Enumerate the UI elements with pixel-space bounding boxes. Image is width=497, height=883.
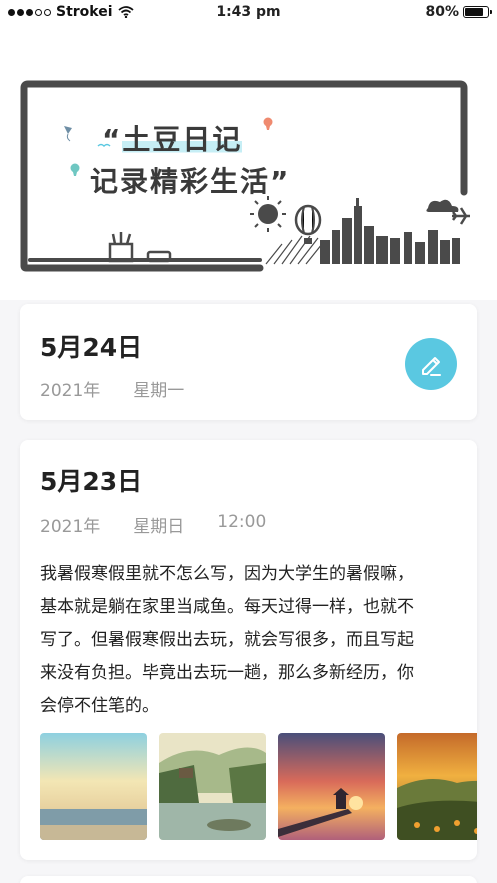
entry-line: 会停不住笔的。	[40, 696, 159, 716]
battery-status: 80%	[425, 4, 492, 20]
photo-strip[interactable]	[40, 733, 477, 840]
entry-line: 写了。但暑假寒假出去玩，就会写很多，而且写起	[40, 630, 414, 650]
photo-thumbnail[interactable]	[278, 733, 385, 840]
entry-body: 我暑假寒假里就不怎么写，因为大学生的暑假嘛， 基本就是躺在家里当咸鱼。每天过得一…	[40, 558, 456, 723]
card-meta: 2021年 星期日 12:00	[40, 512, 299, 537]
new-entry-button[interactable]	[405, 338, 457, 390]
banner-title-line1: “土豆日记	[102, 123, 243, 156]
card-meta: 2021年 星期一	[40, 376, 217, 401]
blackboard-banner: “土豆日记 记录精彩生活”	[20, 80, 470, 272]
sunset-pier-photo	[278, 733, 385, 840]
diary-card-entry[interactable]: 5月23日 2021年 星期日 12:00 我暑假寒假里就不怎么写，因为大学生的…	[20, 440, 477, 860]
card-date: 5月24日	[40, 333, 143, 362]
photo-thumbnail[interactable]	[40, 733, 147, 840]
battery-percent: 80%	[425, 4, 459, 20]
entry-line: 我暑假寒假里就不怎么写，因为大学生的暑假嘛，	[40, 564, 414, 584]
photo-thumbnail[interactable]	[397, 733, 477, 840]
card-time: 12:00	[217, 512, 267, 532]
diary-card-next[interactable]	[20, 876, 477, 883]
banner-title-line2: 记录精彩生活”	[90, 165, 291, 198]
entry-line: 来没有负担。毕竟出去玩一趟，那么多新经历，你	[40, 663, 414, 683]
status-bar: Strokei 1:43 pm 80%	[0, 0, 497, 26]
entry-line: 基本就是躺在家里当咸鱼。每天过得一样，也就不	[40, 597, 414, 617]
diary-card-today[interactable]: 5月24日 2021年 星期一	[20, 304, 477, 420]
sea-sky-photo	[40, 733, 147, 840]
photo-thumbnail[interactable]	[159, 733, 266, 840]
card-weekday: 星期日	[133, 517, 185, 537]
card-weekday: 星期一	[133, 381, 185, 401]
pencil-icon	[422, 357, 441, 376]
card-year: 2021年	[40, 381, 101, 401]
pond-pavilion-photo	[159, 733, 266, 840]
battery-icon	[463, 6, 492, 18]
clock: 1:43 pm	[216, 4, 281, 20]
card-year: 2021年	[40, 517, 101, 537]
card-date: 5月23日	[40, 467, 143, 496]
sunset-hills-photo	[397, 733, 477, 840]
